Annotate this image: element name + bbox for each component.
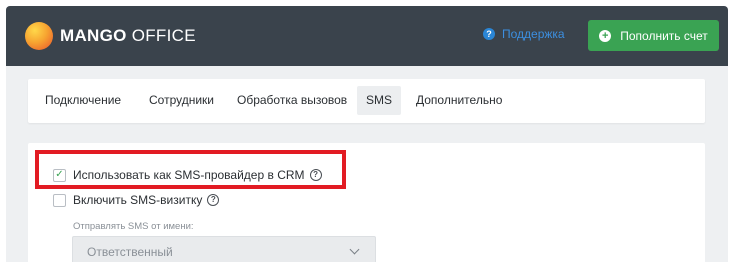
settings-tabs: Подключение Сотрудники Обработка вызовов… — [28, 79, 705, 123]
logo-text: MANGO OFFICE — [60, 26, 196, 46]
support-link[interactable]: ? Поддержка — [483, 27, 565, 41]
logo-mark-icon — [25, 22, 53, 50]
logo[interactable]: MANGO OFFICE — [25, 21, 196, 51]
sender-field-label: Отправлять SMS от имени: — [73, 221, 194, 232]
logo-text-light: OFFICE — [131, 26, 196, 45]
sender-select-value: Ответственный — [87, 245, 173, 259]
tab-sms[interactable]: SMS — [357, 86, 402, 115]
topup-balance-button[interactable]: + Пополнить счет — [588, 20, 719, 51]
tab-additional[interactable]: Дополнительно — [407, 86, 511, 115]
tab-employees[interactable]: Сотрудники — [140, 86, 223, 115]
enable-sms-card-checkbox[interactable] — [53, 193, 66, 207]
help-circle-icon[interactable]: ? — [207, 194, 220, 206]
enable-sms-card-label[interactable]: Включить SMS-визитку — [73, 193, 202, 207]
logo-text-bold: MANGO — [60, 26, 127, 45]
topup-balance-label: Пополнить счет — [620, 28, 708, 43]
plus-circle-icon: + — [599, 29, 612, 42]
support-label: Поддержка — [502, 27, 565, 41]
chevron-down-icon — [349, 244, 360, 255]
tab-connection[interactable]: Подключение — [36, 86, 130, 115]
sender-select[interactable]: Ответственный — [72, 236, 376, 262]
top-bar: MANGO OFFICE ? Поддержка + Пополнить сче… — [6, 6, 728, 66]
question-circle-icon: ? — [483, 28, 495, 40]
enable-sms-card-row: Включить SMS-визитку ? — [53, 193, 220, 207]
highlight-annotation — [35, 150, 346, 189]
tab-call-handling[interactable]: Обработка вызовов — [228, 86, 356, 115]
